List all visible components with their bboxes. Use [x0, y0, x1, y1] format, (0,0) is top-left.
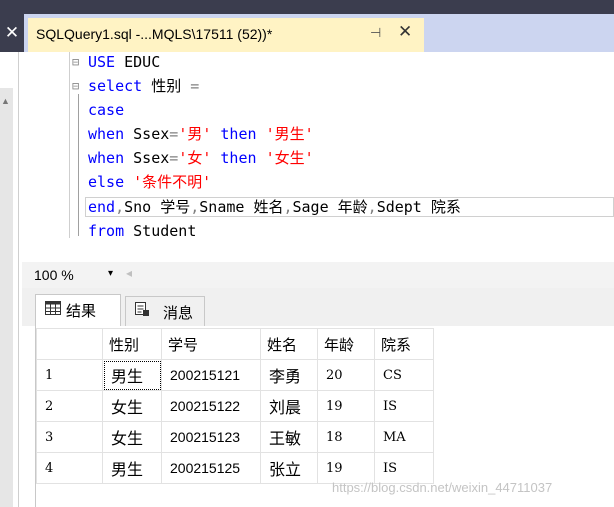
zoom-dropdown-icon[interactable]: ▾	[108, 268, 113, 279]
cell-name[interactable]: 李勇	[260, 359, 318, 391]
cell-dept[interactable]: MA	[374, 421, 434, 453]
zoom-level[interactable]: 100 %	[34, 267, 74, 283]
row-number[interactable]: 2	[36, 390, 103, 422]
code-token: ,	[367, 198, 377, 216]
code-token: Ssex	[124, 149, 170, 167]
pin-icon[interactable]: ⊣	[370, 25, 381, 41]
code-line[interactable]: from Student	[88, 221, 196, 241]
table-row[interactable]: 4 男生 200215125 张立 19 IS	[36, 452, 434, 484]
code-line[interactable]: when Ssex='男' then '男生'	[88, 124, 314, 144]
code-token: end	[88, 198, 116, 216]
tab-close-icon[interactable]: ✕	[398, 22, 412, 42]
table-row[interactable]: 3 女生 200215123 王敏 18 MA	[36, 421, 434, 453]
scroll-left-arrow-icon[interactable]: ◂	[126, 266, 132, 280]
code-token: when	[88, 149, 125, 167]
code-token: else	[88, 173, 125, 191]
code-token: ,	[190, 198, 200, 216]
cell-sno[interactable]: 200215125	[161, 452, 261, 484]
code-token: case	[88, 101, 125, 119]
code-line[interactable]: else '条件不明'	[88, 172, 211, 192]
left-panel-close-icon[interactable]: ✕	[0, 14, 24, 52]
code-token: EDUC	[115, 53, 161, 71]
code-token: =	[190, 77, 200, 95]
code-line[interactable]: select 性别 =	[88, 76, 199, 96]
code-token: '条件不明'	[124, 173, 212, 191]
code-token: select	[88, 77, 143, 95]
cell-name[interactable]: 王敏	[260, 421, 318, 453]
code-line[interactable]: when Ssex='女' then '女生'	[88, 148, 314, 168]
code-token: 性别	[142, 77, 191, 95]
collapse-region-icon[interactable]: ⊟	[72, 55, 79, 69]
cell-sno[interactable]: 200215122	[161, 390, 261, 422]
cell-age[interactable]: 18	[317, 421, 375, 453]
row-number[interactable]: 3	[36, 421, 103, 453]
code-token: '男'	[178, 125, 212, 143]
left-panel-scrollbar[interactable]	[0, 88, 13, 507]
window-top-strip	[0, 0, 614, 14]
cell-dept[interactable]: IS	[374, 390, 434, 422]
cell-name[interactable]: 张立	[260, 452, 318, 484]
tab-title: SQLQuery1.sql -...MQLS\17511 (52))*	[36, 26, 273, 42]
code-token: then	[211, 149, 266, 167]
cell-age[interactable]: 19	[317, 452, 375, 484]
code-token: Student	[124, 222, 197, 240]
watermark-text: https://blog.csdn.net/weixin_44711037	[332, 480, 553, 495]
code-token: Sdept 院系	[376, 198, 461, 216]
scroll-up-arrow-icon[interactable]: ▲	[1, 96, 10, 106]
results-tab-label: 结果	[66, 303, 97, 320]
column-header[interactable]: 性别	[102, 328, 162, 360]
code-token: =	[169, 125, 179, 143]
code-token: '女生'	[265, 149, 314, 167]
code-token: '女'	[178, 149, 212, 167]
cell-name[interactable]: 刘晨	[260, 390, 318, 422]
code-token: Sage 年龄	[292, 198, 368, 216]
cell-sex[interactable]: 男生	[102, 359, 162, 391]
code-token: USE	[88, 53, 116, 71]
cell-sno[interactable]: 200215121	[161, 359, 261, 391]
cell-age[interactable]: 19	[317, 390, 375, 422]
row-number-header[interactable]	[36, 328, 103, 360]
row-number[interactable]: 1	[36, 359, 103, 391]
table-row[interactable]: 1 男生 200215121 李勇 20 CS	[36, 359, 434, 391]
code-token: Ssex	[124, 125, 170, 143]
column-header[interactable]: 院系	[374, 328, 434, 360]
cell-sex[interactable]: 女生	[102, 390, 162, 422]
code-token: ,	[283, 198, 293, 216]
code-token: '男生'	[265, 125, 314, 143]
messages-tab-label: 消息	[163, 305, 194, 322]
table-row[interactable]: 2 女生 200215122 刘晨 19 IS	[36, 390, 434, 422]
outline-region-line	[78, 94, 79, 236]
row-number[interactable]: 4	[36, 452, 103, 484]
cell-sex[interactable]: 女生	[102, 421, 162, 453]
cell-sex[interactable]: 男生	[102, 452, 162, 484]
code-token: =	[169, 149, 179, 167]
column-header[interactable]: 年龄	[317, 328, 375, 360]
cell-sno[interactable]: 200215123	[161, 421, 261, 453]
column-header[interactable]: 学号	[161, 328, 261, 360]
cell-dept[interactable]: CS	[374, 359, 434, 391]
code-token: ,	[115, 198, 125, 216]
code-token: Sname 姓名	[199, 198, 284, 216]
header-row: 性别 学号 姓名 年龄 院系	[36, 328, 434, 360]
results-grid[interactable]: 性别 学号 姓名 年龄 院系 1 男生 200215121 李勇 20 CS 2…	[36, 328, 434, 484]
code-token: then	[211, 125, 266, 143]
grid-icon	[45, 301, 61, 315]
column-header[interactable]: 姓名	[260, 328, 318, 360]
editor-gutter-divider	[69, 52, 70, 238]
code-line[interactable]: USE EDUC	[88, 52, 160, 72]
messages-icon	[135, 302, 149, 316]
code-line[interactable]: case	[88, 100, 124, 120]
code-line[interactable]: end,Sno 学号,Sname 姓名,Sage 年龄,Sdept 院系	[88, 197, 461, 217]
code-token: from	[88, 222, 125, 240]
code-token: when	[88, 125, 125, 143]
code-token: Sno 学号	[124, 198, 191, 216]
collapse-region-icon[interactable]: ⊟	[72, 79, 79, 93]
cell-age[interactable]: 20	[317, 359, 375, 391]
cell-dept[interactable]: IS	[374, 452, 434, 484]
left-panel-divider	[18, 52, 19, 507]
